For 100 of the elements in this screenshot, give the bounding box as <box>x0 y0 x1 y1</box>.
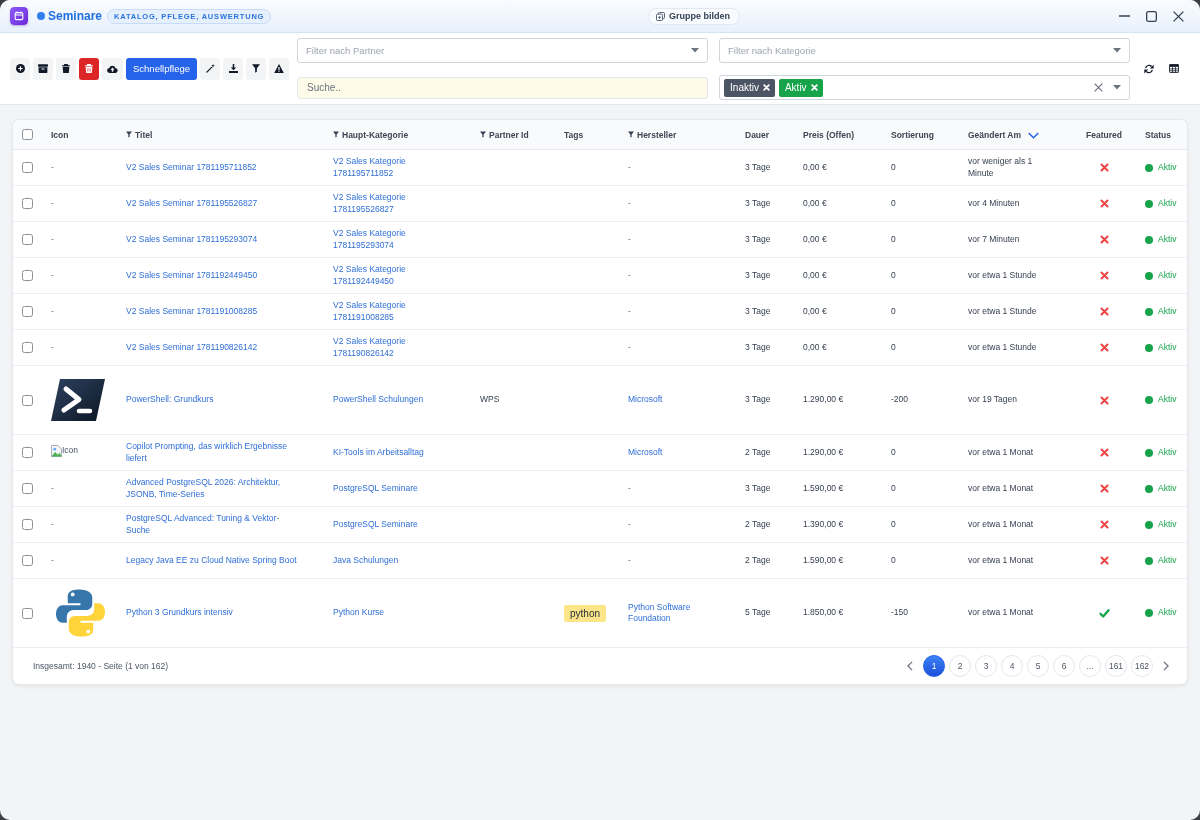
category-link[interactable]: V2 Sales Kategorie 1781190826142 <box>333 336 468 359</box>
category-link[interactable]: V2 Sales Kategorie 1781195526827 <box>333 192 468 215</box>
category-link[interactable]: V2 Sales Kategorie 1781195293074 <box>333 228 468 251</box>
maximize-icon <box>1146 10 1157 22</box>
upload-button[interactable] <box>102 57 123 80</box>
table-cell: 3 Tage <box>739 365 797 435</box>
table-cell: -150 <box>885 578 962 648</box>
table-cell: 3 Tage <box>739 293 797 330</box>
table-cell: vor etwa 1 Monat <box>962 434 1069 471</box>
search-field[interactable]: Suche.. <box>297 76 709 99</box>
table-cell: 2 Tage <box>739 506 797 543</box>
title-link[interactable]: Legacy Java EE zu Cloud Native Spring Boot <box>126 554 301 567</box>
title-link[interactable]: PowerShell: Grundkurs <box>126 394 301 406</box>
download-button[interactable] <box>223 57 244 80</box>
page-button[interactable]: 3 <box>975 655 997 677</box>
title-link[interactable]: V2 Sales Seminar 1781192449450 <box>126 269 301 282</box>
table-cell: vor etwa 1 Monat <box>962 578 1069 648</box>
page-button[interactable]: 161 <box>1105 655 1127 677</box>
category-select[interactable]: Filter nach Kategorie <box>719 38 1131 63</box>
quick-edit-button[interactable]: Schnellpflege <box>126 57 198 80</box>
manufacturer-link[interactable]: Microsoft <box>628 446 663 459</box>
status-label: Aktiv <box>1158 341 1177 354</box>
column-header: Featured <box>1086 129 1122 140</box>
table-cell: - <box>45 185 120 222</box>
category-link[interactable]: KI-Tools im Arbeitsalltag <box>333 446 468 459</box>
title-link[interactable]: PostgreSQL Advanced: Tuning & Vektor-Suche <box>126 513 301 536</box>
title-link[interactable]: Copilot Prompting, das wirklich Ergebnisse liefert <box>126 441 301 464</box>
category-link[interactable]: PostgreSQL Seminare <box>333 482 468 495</box>
terminal-prompt-icon <box>51 379 105 421</box>
table-cell: - <box>45 221 120 258</box>
add-button[interactable] <box>10 57 30 80</box>
table-cell: 3 Tage <box>739 329 797 366</box>
row-checkbox[interactable] <box>22 483 33 494</box>
title-link[interactable]: Advanced PostgreSQL 2026: Architektur, JSONB, Time-Series <box>126 477 301 500</box>
row-checkbox[interactable] <box>22 447 33 458</box>
warning-button[interactable] <box>269 57 290 80</box>
row-checkbox[interactable] <box>22 555 33 566</box>
row-checkbox[interactable] <box>22 306 33 317</box>
table-cell: vor etwa 1 Monat <box>962 542 1069 579</box>
row-checkbox[interactable] <box>22 270 33 281</box>
title-link[interactable]: V2 Sales Seminar 1781195293074 <box>126 233 301 246</box>
cross-icon <box>762 84 770 91</box>
group-button[interactable]: Gruppe bilden <box>648 7 740 25</box>
page-button[interactable]: 4 <box>1001 655 1023 677</box>
row-checkbox[interactable] <box>22 198 33 209</box>
table-cell: vor etwa 1 Monat <box>962 470 1069 507</box>
title-link[interactable]: V2 Sales Seminar 1781195526827 <box>126 197 301 210</box>
table-cell: 1.590,00 € <box>797 542 885 579</box>
manufacturer-link[interactable]: Microsoft <box>628 394 663 406</box>
page-button[interactable]: 162 <box>1131 655 1153 677</box>
page-button[interactable]: 2 <box>949 655 971 677</box>
filter-tag[interactable]: Aktiv <box>778 78 823 97</box>
category-link[interactable]: Java Schulungen <box>333 554 468 567</box>
select-all-checkbox[interactable] <box>22 129 33 141</box>
row-checkbox[interactable] <box>22 607 33 619</box>
table-cell: - <box>622 506 739 543</box>
page-button[interactable]: 6 <box>1053 655 1075 677</box>
row-checkbox[interactable] <box>22 162 33 173</box>
category-link[interactable]: PostgreSQL Seminare <box>333 518 468 531</box>
table-cell: 3 Tage <box>739 221 797 258</box>
page-button[interactable]: 1 <box>923 655 945 677</box>
close-icon <box>1173 10 1184 22</box>
page-button[interactable]: ... <box>1079 655 1101 677</box>
table-cell: - <box>622 470 739 507</box>
row-checkbox[interactable] <box>22 519 33 530</box>
cloud-upload-icon <box>107 64 118 73</box>
status-label: Aktiv <box>1158 607 1177 619</box>
filter-button[interactable] <box>246 57 267 80</box>
manufacturer-link[interactable]: Python Software Foundation <box>628 601 733 625</box>
status-select[interactable]: Inaktiv Aktiv <box>719 75 1131 100</box>
table-cell: - <box>45 542 120 579</box>
partner-select[interactable]: Filter nach Partner <box>297 38 709 63</box>
title-link[interactable]: V2 Sales Seminar 1781195711852 <box>126 161 301 174</box>
column-header: Titel <box>135 129 153 140</box>
page-button[interactable]: 5 <box>1027 655 1049 677</box>
row-checkbox[interactable] <box>22 342 33 353</box>
trash-button[interactable] <box>56 57 76 80</box>
category-link[interactable]: PowerShell Schulungen <box>333 394 468 406</box>
window-title: Seminare <box>48 9 103 23</box>
delete-button[interactable] <box>79 57 99 80</box>
category-link[interactable]: Python Kurse <box>333 607 468 619</box>
table-cell: - <box>45 257 120 294</box>
table-cell: 1.390,00 € <box>797 506 885 543</box>
status-label: Aktiv <box>1158 305 1177 318</box>
category-link[interactable]: V2 Sales Kategorie 1781192449450 <box>333 264 468 287</box>
title-link[interactable]: Python 3 Grundkurs intensiv <box>126 607 301 619</box>
archive-button[interactable] <box>33 57 53 80</box>
column-header: Tags <box>564 129 584 140</box>
status-label: Aktiv <box>1158 197 1177 210</box>
column-header: Haupt-Kategorie <box>342 129 409 140</box>
table-cell: vor etwa 1 Stunde <box>962 293 1069 330</box>
title-link[interactable]: V2 Sales Seminar 1781190826142 <box>126 341 301 354</box>
category-link[interactable]: V2 Sales Kategorie 1781191008285 <box>333 300 468 323</box>
title-link[interactable]: V2 Sales Seminar 1781191008285 <box>126 305 301 318</box>
row-checkbox[interactable] <box>22 234 33 245</box>
category-link[interactable]: V2 Sales Kategorie 1781195711852 <box>333 156 468 179</box>
filter-tag[interactable]: Inaktiv <box>724 78 775 97</box>
caret-icon <box>691 48 700 53</box>
row-checkbox[interactable] <box>22 394 33 406</box>
table-cell: 0 <box>885 506 962 543</box>
